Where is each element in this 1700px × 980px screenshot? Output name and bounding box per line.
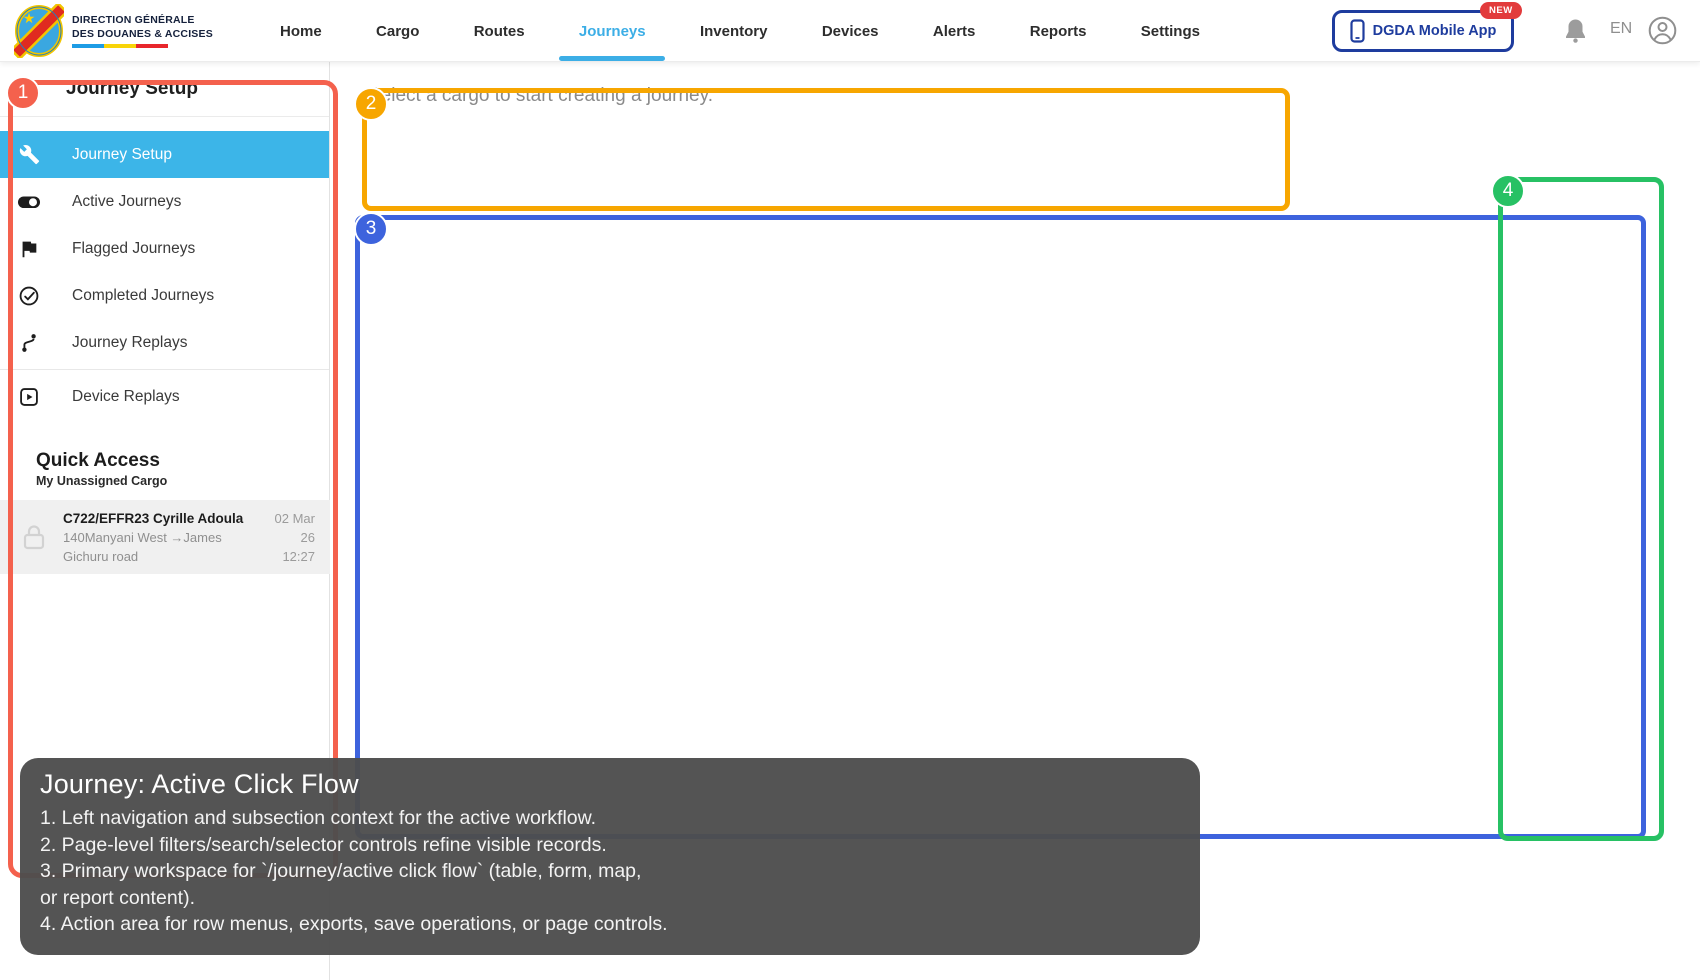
lock-icon: [22, 523, 46, 551]
nav-item-journeys[interactable]: Journeys: [579, 0, 646, 62]
nav-item-routes[interactable]: Routes: [474, 0, 525, 62]
nav-item-inventory[interactable]: Inventory: [700, 0, 768, 62]
cargo-route-line2: Gichuru road: [63, 547, 243, 566]
tooltip-title: Journey: Active Click Flow: [40, 769, 1180, 800]
sidebar-item-completed-journeys[interactable]: Completed Journeys: [0, 272, 329, 319]
logo-line2: DES DOUANES & ACCISES: [72, 28, 213, 42]
sidebar-item-journey-replays[interactable]: Journey Replays: [0, 319, 329, 366]
bell-icon: [1563, 18, 1588, 45]
cargo-date: 02 Mar: [275, 509, 315, 528]
main-navigation: Home Cargo Routes Journeys Inventory Dev…: [280, 0, 1200, 62]
toggle-icon: [17, 190, 41, 214]
annotation-badge-3: 3: [354, 212, 388, 246]
sidebar-item-label: Flagged Journeys: [72, 240, 195, 258]
sidebar-section-title: Journey Setup: [0, 62, 329, 117]
notifications-button[interactable]: [1563, 18, 1588, 45]
mobile-app-label: DGDA Mobile App: [1373, 23, 1497, 39]
language-selector[interactable]: EN: [1610, 20, 1632, 38]
cargo-time: 12:27: [275, 547, 315, 566]
new-badge: NEW: [1480, 2, 1522, 19]
sidebar-menu: Journey Setup Active Journeys Flagged Jo…: [0, 117, 329, 420]
wrench-icon: [17, 143, 41, 167]
quick-access-title: Quick Access: [36, 450, 329, 472]
flag-icon: [17, 237, 41, 261]
phone-icon: [1350, 19, 1365, 43]
unassigned-cargo-card[interactable]: C722/EFFR23 Cyrille Adoula 140Manyani We…: [0, 500, 330, 574]
play-square-icon: [17, 385, 41, 409]
empty-state-message: Select a cargo to start creating a journ…: [368, 85, 713, 107]
sidebar-item-active-journeys[interactable]: Active Journeys: [0, 178, 329, 225]
tooltip-line-4: or report content).: [40, 885, 1180, 912]
nav-item-home[interactable]: Home: [280, 0, 322, 62]
nav-item-settings[interactable]: Settings: [1141, 0, 1200, 62]
tooltip-line-5: 4. Action area for row menus, exports, s…: [40, 911, 1180, 938]
sidebar-item-label: Journey Replays: [72, 334, 187, 352]
annotation-tooltip: Journey: Active Click Flow 1. Left navig…: [20, 758, 1200, 955]
nav-item-devices[interactable]: Devices: [822, 0, 879, 62]
nav-item-reports[interactable]: Reports: [1030, 0, 1087, 62]
sidebar-item-label: Journey Setup: [72, 146, 172, 164]
annotation-badge-4: 4: [1491, 174, 1525, 208]
dgda-logo[interactable]: ★ DIRECTION GÉNÉRALE DES DOUANES & ACCIS…: [14, 3, 213, 59]
quick-access-subtitle: My Unassigned Cargo: [36, 474, 329, 488]
logo-line1: DIRECTION GÉNÉRALE: [72, 14, 213, 28]
cargo-date-year: 26: [275, 528, 315, 547]
cargo-route-line1: 140Manyani West →James: [63, 528, 243, 547]
tooltip-line-2: 2. Page-level filters/search/selector co…: [40, 832, 1180, 859]
tooltip-line-1: 1. Left navigation and subsection contex…: [40, 805, 1180, 832]
sidebar-item-label: Device Replays: [72, 388, 180, 406]
route-icon: [17, 331, 41, 355]
annotation-box-actions: [1498, 177, 1664, 841]
nav-item-alerts[interactable]: Alerts: [933, 0, 976, 62]
nav-item-cargo[interactable]: Cargo: [376, 0, 419, 62]
check-circle-icon: [17, 284, 41, 308]
cargo-title: C722/EFFR23 Cyrille Adoula: [63, 509, 243, 528]
sidebar-item-flagged-journeys[interactable]: Flagged Journeys: [0, 225, 329, 272]
sidebar-item-device-replays[interactable]: Device Replays: [0, 373, 329, 420]
sidebar-divider: [0, 369, 329, 370]
sidebar-item-label: Completed Journeys: [72, 287, 214, 305]
top-navbar: ★ DIRECTION GÉNÉRALE DES DOUANES & ACCIS…: [0, 0, 1700, 62]
tricolor-bar: [72, 44, 168, 48]
annotation-box-workspace: [355, 215, 1646, 839]
tooltip-line-3: 3. Primary workspace for `/journey/activ…: [40, 858, 1180, 885]
dgda-shield-icon: ★: [14, 4, 64, 58]
user-menu-button[interactable]: [1648, 16, 1677, 45]
person-circle-icon: [1648, 16, 1677, 45]
sidebar-item-journey-setup[interactable]: Journey Setup: [0, 131, 329, 178]
sidebar-item-label: Active Journeys: [72, 193, 181, 211]
